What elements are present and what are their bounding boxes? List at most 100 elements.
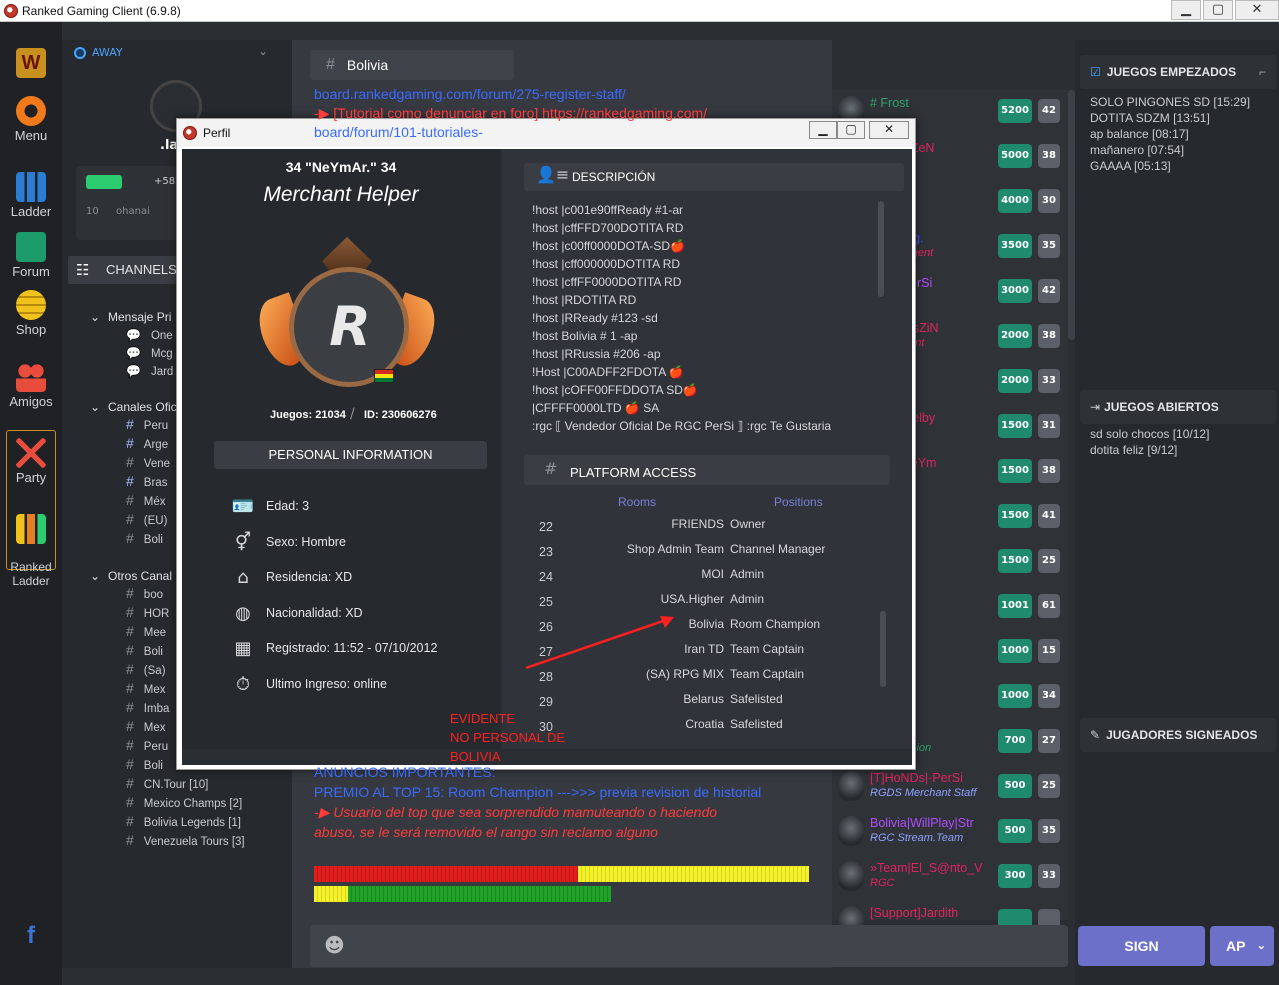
ap-dropdown[interactable]: AP ⌄ — [1210, 926, 1274, 966]
started-game-item[interactable]: SOLO PINGONES SD [15:29] — [1090, 95, 1250, 109]
other-channels-group[interactable]: Otros Canal — [108, 569, 172, 583]
minimize-button[interactable]: ▁ — [1171, 0, 1201, 20]
status-selector[interactable]: AWAY — [74, 46, 123, 59]
official-channel-item[interactable]: # Méx — [126, 492, 166, 508]
points-badge: 500 — [998, 774, 1032, 798]
started-game-item[interactable]: mañanero [07:54] — [1090, 143, 1184, 157]
private-chat-item[interactable]: 💬 Mcg — [126, 346, 173, 360]
level-badge: 34 — [1038, 684, 1060, 708]
level-badge: 27 — [1038, 729, 1060, 753]
points-badge: 4000 — [998, 189, 1032, 213]
user-row[interactable]: [T]HoNDs|·PerSi RGDS Merchant Staff 500 25 — [832, 765, 1068, 810]
points-badge: 1001 — [998, 594, 1032, 618]
calendar-icon: ▦ — [234, 638, 252, 659]
announcement-line: -▶ Usuario del top que sea sorprendido m… — [314, 804, 718, 820]
user-name: [T]HoNDs|·PerSi — [870, 771, 963, 785]
other-channel-item[interactable]: # Peru — [126, 737, 168, 753]
room-name: FRIENDS — [671, 517, 724, 531]
other-channel-item[interactable]: # HOR — [126, 604, 169, 620]
private-chat-item[interactable]: 💬 One — [126, 328, 173, 342]
points-badge: 1500 — [998, 504, 1032, 528]
open-game-item[interactable]: dotita feliz [9/12] — [1090, 443, 1177, 457]
other-channel-item[interactable]: # Mee — [126, 623, 166, 639]
other-channel-item[interactable]: # Boli — [126, 756, 163, 772]
private-messages-group[interactable]: Mensaje Pri — [108, 310, 171, 324]
official-channel-item[interactable]: # Peru — [126, 416, 168, 432]
profile-left-column: 34 "NeYmAr." 34 Merchant Helper R Juegos… — [182, 149, 500, 749]
other-channel-item[interactable]: # Bolivia Legends [1] — [126, 813, 241, 829]
user-list-icon: 👤≡ — [536, 165, 570, 184]
description-scrollbar[interactable] — [878, 201, 884, 297]
channel-label: Mexico Champs [2] — [143, 798, 243, 810]
annotation-text: BOLIVIA — [450, 749, 501, 764]
private-chat-item[interactable]: 💬 Jard — [126, 364, 173, 378]
other-channel-item[interactable]: # boo — [126, 585, 163, 601]
channel-label: Boli — [143, 534, 163, 546]
personal-info-item: Nacionalidad: XD — [266, 605, 363, 620]
level-badge: 38 — [1038, 459, 1060, 483]
stopwatch-icon: ⏱ — [235, 673, 251, 695]
maximize-button[interactable]: ▢ — [1203, 0, 1233, 20]
other-channel-item[interactable]: # (Sa) — [126, 661, 166, 677]
points-badge: 5200 — [998, 99, 1032, 123]
ladder-button[interactable]: Ladder — [0, 172, 62, 219]
official-channel-item[interactable]: # Arge — [126, 435, 168, 451]
party-button[interactable]: Party — [0, 438, 62, 485]
forum-button[interactable]: Forum — [0, 232, 62, 279]
started-game-item[interactable]: DOTITA SDZM [13:51] — [1090, 111, 1210, 125]
official-channel-item[interactable]: # Boli — [126, 530, 163, 546]
chat-bubble-icon: 💬 — [126, 364, 141, 378]
official-channel-item[interactable]: # Vene — [126, 454, 170, 470]
other-channel-item[interactable]: # Mexico Champs [2] — [126, 794, 242, 810]
official-channels-group[interactable]: Canales Ofic — [108, 400, 177, 414]
app-icon — [4, 3, 18, 18]
warcraft-logo-icon[interactable]: W — [0, 48, 62, 80]
other-group-toggle[interactable]: ⌄ — [90, 569, 100, 583]
amigos-label: Amigos — [9, 394, 53, 409]
official-channel-item[interactable]: # (EU) — [126, 511, 167, 527]
channel-label: One — [150, 330, 173, 342]
helmet-avatar-icon — [838, 771, 864, 801]
private-group-toggle[interactable]: ⌄ — [90, 310, 100, 324]
official-channel-item[interactable]: # Bras — [126, 473, 167, 489]
user-name: [Support]Jardith — [870, 906, 959, 920]
chevron-down-icon[interactable]: ⌄ — [258, 44, 268, 58]
message-input[interactable]: ☻ — [310, 925, 1068, 967]
other-channel-item[interactable]: # Mex — [126, 680, 166, 696]
platform-access-row: 23 Shop Admin Team Channel Manager — [522, 542, 882, 562]
collapse-icon[interactable]: ⌐ — [1259, 65, 1266, 79]
user-name: »Team|El_S@nto_V — [870, 861, 983, 875]
row-number: 29 — [539, 695, 553, 709]
other-channel-item[interactable]: # CN.Tour [10] — [126, 775, 208, 791]
other-channel-item[interactable]: # Imba — [126, 699, 169, 715]
other-channel-item[interactable]: # Boli — [126, 642, 163, 658]
other-channel-item[interactable]: # Mex — [126, 718, 166, 734]
started-game-item[interactable]: ap balance [08:17] — [1090, 127, 1189, 141]
emoji-icon[interactable]: ☻ — [324, 933, 345, 957]
shop-button[interactable]: Shop — [0, 290, 62, 337]
other-channel-item[interactable]: # Venezuela Tours [3] — [126, 832, 245, 848]
amigos-button[interactable]: Amigos — [0, 362, 62, 409]
user-list-scrollbar[interactable] — [1068, 90, 1075, 340]
profile-close-button[interactable]: ✕ — [869, 121, 909, 139]
official-group-toggle[interactable]: ⌄ — [90, 400, 100, 414]
ranked-ladder-button[interactable]: Ranked Ladder — [0, 500, 62, 588]
sign-button[interactable]: SIGN — [1078, 926, 1205, 966]
close-button[interactable]: ✕ — [1235, 0, 1279, 20]
profile-maximize-button[interactable]: ▢ — [837, 121, 865, 139]
position-name: Room Champion — [730, 617, 821, 631]
user-row[interactable]: Bolivia|WillPlay|Str RGC Stream.Team 500 35 — [832, 810, 1068, 855]
facebook-icon[interactable]: f — [0, 922, 62, 950]
chat-message: -▶ [Tutorial como denunciar en foro] htt… — [314, 105, 708, 121]
menu-button[interactable]: Menu — [0, 96, 62, 143]
platform-access-row: 24 MOI Admin — [522, 567, 882, 587]
description-line: :rgc ⟦ Vendedor Oficial De RGC PerSi ⟧ :… — [532, 419, 832, 433]
user-row[interactable]: »Team|El_S@nto_V RGC 300 33 — [832, 855, 1068, 900]
open-game-item[interactable]: sd solo chocos [10/12] — [1090, 427, 1209, 441]
level-badge: 35 — [1038, 819, 1060, 843]
profile-minimize-button[interactable]: ▁ — [809, 121, 837, 139]
started-game-item[interactable]: GAAAA [05:13] — [1090, 159, 1171, 173]
chevron-down-icon: ⌄ — [1256, 940, 1266, 952]
hash-icon: # — [126, 794, 134, 810]
hash-icon: # — [126, 775, 134, 791]
